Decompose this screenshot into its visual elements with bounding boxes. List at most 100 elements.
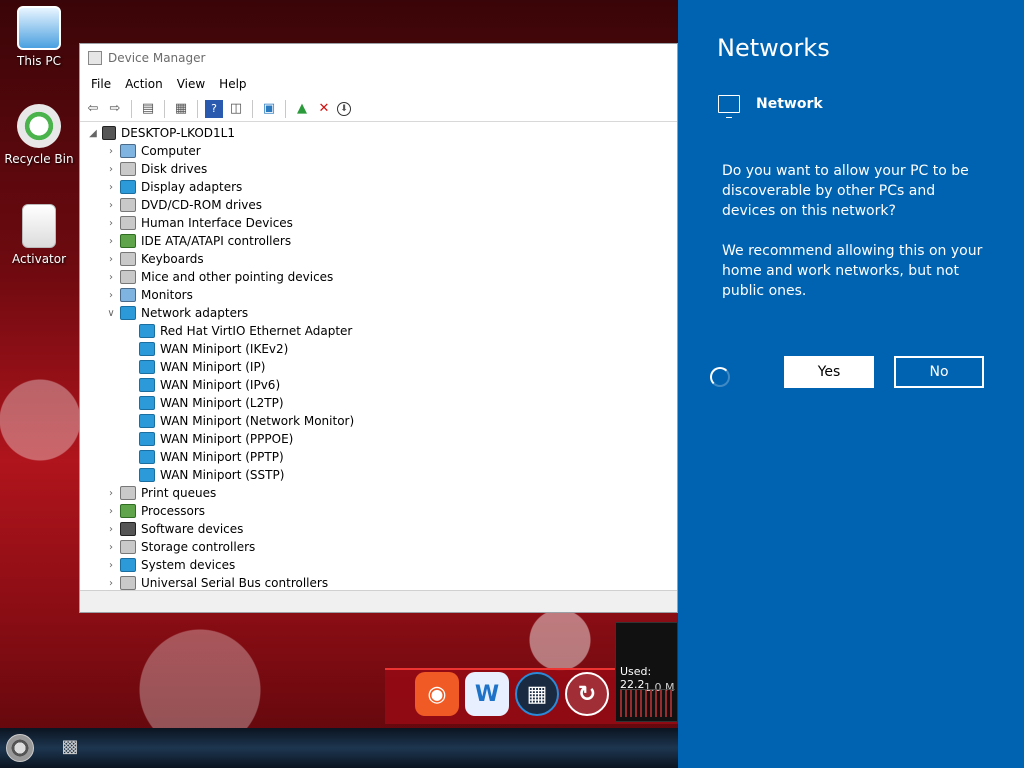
tree-item-label: WAN Miniport (L2TP) <box>160 396 284 410</box>
device-category-icon <box>139 468 155 482</box>
help-icon[interactable]: ? <box>205 99 223 118</box>
device-manager-icon <box>88 51 102 65</box>
device-category-icon <box>120 288 136 302</box>
expand-arrow-icon[interactable]: › <box>104 488 118 499</box>
tree-category[interactable]: › Universal Serial Bus controllers <box>80 574 677 590</box>
computer-icon <box>17 6 61 50</box>
menu-help[interactable]: Help <box>212 77 253 91</box>
tree-item-label: IDE ATA/ATAPI controllers <box>141 234 292 248</box>
tree-category[interactable]: › DVD/CD-ROM drives <box>80 196 677 214</box>
device-category-icon <box>120 576 136 590</box>
disable-device-icon[interactable]: ⬇ <box>337 101 351 116</box>
network-name: Network <box>756 96 823 112</box>
expand-arrow-icon[interactable]: › <box>104 272 118 283</box>
tree-item-label: Human Interface Devices <box>141 216 293 230</box>
window-title: Device Manager <box>108 51 206 65</box>
expand-arrow-icon[interactable]: › <box>104 182 118 193</box>
tree-category[interactable]: › Keyboards <box>80 250 677 268</box>
expand-arrow-icon[interactable]: › <box>104 578 118 589</box>
expand-arrow-icon[interactable]: › <box>104 506 118 517</box>
network-adapter-item[interactable]: WAN Miniport (PPTP) <box>80 448 677 466</box>
collapse-arrow-icon[interactable]: ∨ <box>104 308 118 319</box>
expand-arrow-icon[interactable]: › <box>104 542 118 553</box>
tree-category[interactable]: › IDE ATA/ATAPI controllers <box>80 232 677 250</box>
sync-icon[interactable]: ↻ <box>565 672 609 716</box>
action-pane-icon[interactable]: ◫ <box>227 100 245 118</box>
show-hide-tree-icon[interactable]: ▤ <box>139 100 157 118</box>
toolbar: ⇦ ⇨ ▤ ▦ ? ◫ ▣ ▲ ✕ ⬇ <box>80 96 677 122</box>
tree-category[interactable]: › Software devices <box>80 520 677 538</box>
menu-action[interactable]: Action <box>118 77 170 91</box>
tree-category[interactable]: › Processors <box>80 502 677 520</box>
no-button[interactable]: No <box>894 356 984 388</box>
desktop-icon-activator[interactable]: Activator <box>1 204 77 266</box>
network-adapter-item[interactable]: WAN Miniport (SSTP) <box>80 466 677 484</box>
networks-flyout: Networks Network Do you want to allow yo… <box>678 0 1024 768</box>
tree-item-label: WAN Miniport (IPv6) <box>160 378 281 392</box>
tree-category[interactable]: › Human Interface Devices <box>80 214 677 232</box>
device-category-icon <box>139 378 155 392</box>
device-category-icon <box>120 180 136 194</box>
menu-file[interactable]: File <box>84 77 118 91</box>
expand-arrow-icon[interactable]: › <box>104 146 118 157</box>
network-adapter-item[interactable]: WAN Miniport (L2TP) <box>80 394 677 412</box>
brave-browser-icon[interactable]: ◉ <box>415 672 459 716</box>
yes-button[interactable]: Yes <box>784 356 874 388</box>
forward-icon[interactable]: ⇨ <box>106 100 124 118</box>
expand-arrow-icon[interactable]: › <box>104 236 118 247</box>
expand-arrow-icon[interactable]: › <box>104 164 118 175</box>
tree-category[interactable]: › Computer <box>80 142 677 160</box>
tree-category[interactable]: › Print queues <box>80 484 677 502</box>
loading-spinner-icon <box>710 367 730 387</box>
toolbar-separator <box>197 99 198 118</box>
app-grid-icon[interactable]: ▦ <box>515 672 559 716</box>
tree-root[interactable]: ◢ DESKTOP-LKOD1L1 <box>80 124 677 142</box>
expand-arrow-icon[interactable]: › <box>104 200 118 211</box>
title-bar[interactable]: Device Manager <box>80 44 677 72</box>
toolbar-separator <box>285 99 286 118</box>
tree-item-label: Storage controllers <box>141 540 256 554</box>
device-category-icon <box>139 414 155 428</box>
back-icon[interactable]: ⇦ <box>84 100 102 118</box>
uninstall-icon[interactable]: ✕ <box>315 100 333 118</box>
expand-arrow-icon[interactable]: › <box>104 560 118 571</box>
tree-category[interactable]: › Disk drives <box>80 160 677 178</box>
device-category-icon <box>139 450 155 464</box>
tree-category[interactable]: › Monitors <box>80 286 677 304</box>
device-category-icon <box>139 432 155 446</box>
tree-category[interactable]: ∨ Network adapters <box>80 304 677 322</box>
network-item: Network <box>718 95 823 118</box>
recommendation-text: We recommend allowing this on your home … <box>722 243 983 299</box>
network-adapter-item[interactable]: WAN Miniport (PPPOE) <box>80 430 677 448</box>
network-adapter-item[interactable]: WAN Miniport (IP) <box>80 358 677 376</box>
network-adapter-item[interactable]: WAN Miniport (IPv6) <box>80 376 677 394</box>
network-adapter-item[interactable]: Red Hat VirtIO Ethernet Adapter <box>80 322 677 340</box>
computer-icon <box>102 126 116 140</box>
expand-arrow-icon[interactable]: › <box>104 254 118 265</box>
menu-view[interactable]: View <box>170 77 212 91</box>
desktop-icon-this-pc[interactable]: This PC <box>1 6 77 68</box>
properties-icon[interactable]: ▦ <box>172 100 190 118</box>
usage-graph <box>620 689 675 717</box>
update-driver-icon[interactable]: ▲ <box>293 100 311 118</box>
device-category-icon <box>120 522 136 536</box>
tree-category[interactable]: › Storage controllers <box>80 538 677 556</box>
tree-category[interactable]: › System devices <box>80 556 677 574</box>
taskbar-device-manager-icon[interactable]: ▩ <box>58 736 82 760</box>
start-button[interactable] <box>6 734 34 762</box>
network-adapter-item[interactable]: WAN Miniport (Network Monitor) <box>80 412 677 430</box>
collapse-arrow-icon[interactable]: ◢ <box>86 128 100 139</box>
scan-hardware-icon[interactable]: ▣ <box>260 100 278 118</box>
tree-category[interactable]: › Display adapters <box>80 178 677 196</box>
tree-category[interactable]: › Mice and other pointing devices <box>80 268 677 286</box>
tree-item-label: Display adapters <box>141 180 243 194</box>
desktop-icon-label: Recycle Bin <box>4 152 74 166</box>
expand-arrow-icon[interactable]: › <box>104 524 118 535</box>
tree-item-label: Disk drives <box>141 162 208 176</box>
tree-item-label: WAN Miniport (SSTP) <box>160 468 285 482</box>
desktop-icon-recycle-bin[interactable]: Recycle Bin <box>1 104 77 166</box>
network-adapter-item[interactable]: WAN Miniport (IKEv2) <box>80 340 677 358</box>
expand-arrow-icon[interactable]: › <box>104 290 118 301</box>
expand-arrow-icon[interactable]: › <box>104 218 118 229</box>
wise-care-icon[interactable]: W <box>465 672 509 716</box>
